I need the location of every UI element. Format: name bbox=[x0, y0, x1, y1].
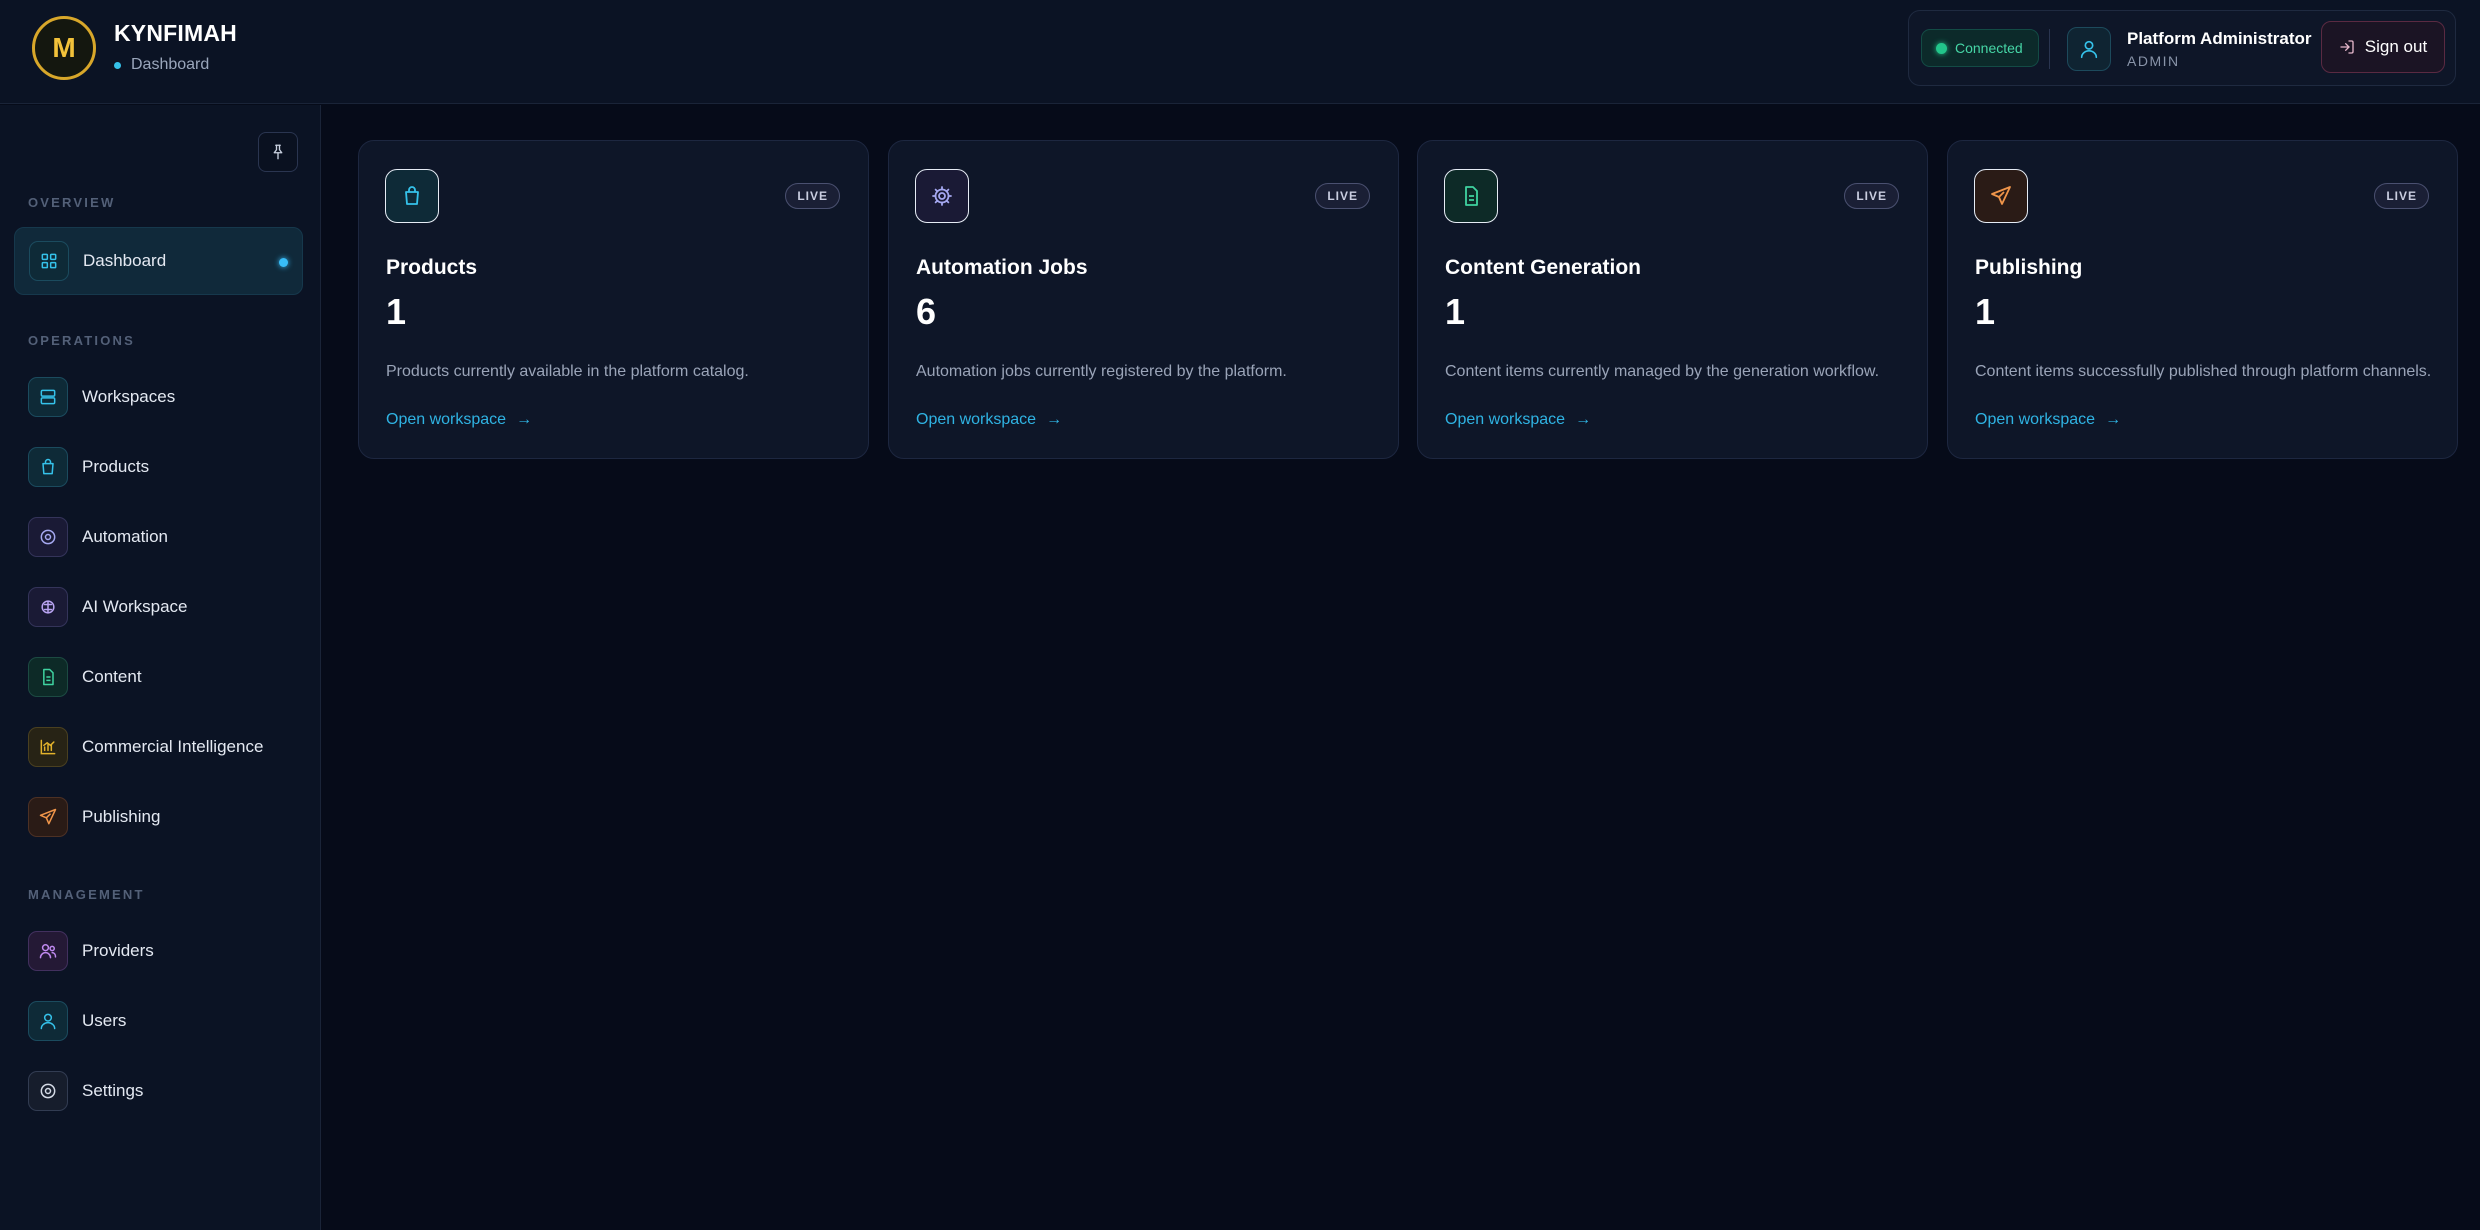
card-title: Automation Jobs bbox=[916, 256, 1088, 279]
card-title: Products bbox=[386, 256, 478, 279]
card-title: Publishing bbox=[1975, 256, 2083, 279]
card-automation-jobs: LIVE Automation Jobs 6 Automation jobs c… bbox=[888, 140, 1399, 459]
gear-icon bbox=[915, 169, 969, 223]
card-publishing: LIVE Publishing 1 Content items successf… bbox=[1947, 140, 2458, 459]
sidebar-item-dashboard[interactable]: Dashboard bbox=[14, 227, 303, 295]
send-icon bbox=[28, 797, 68, 837]
card-description: Content items successfully published thr… bbox=[1975, 363, 2432, 380]
link-label: Open workspace bbox=[1445, 411, 1566, 428]
sidebar-item-publishing[interactable]: Publishing bbox=[14, 783, 303, 851]
link-label: Open workspace bbox=[386, 411, 507, 428]
connection-status-badge: Connected bbox=[1921, 29, 2039, 67]
brand-logo-letter: M bbox=[52, 32, 76, 63]
brand-logo[interactable]: M bbox=[32, 16, 96, 80]
top-header: M KYNFIMAH Dashboard Connected Platform … bbox=[0, 0, 2480, 104]
card-content-generation: LIVE Content Generation 1 Content items … bbox=[1417, 140, 1928, 459]
document-icon bbox=[1444, 169, 1498, 223]
sidebar-item-products[interactable]: Products bbox=[14, 433, 303, 501]
send-icon bbox=[1974, 169, 2028, 223]
section-label-management: MANAGEMENT bbox=[28, 887, 145, 902]
arrow-right-icon: → bbox=[1575, 411, 1592, 428]
breadcrumb: Dashboard bbox=[114, 56, 209, 74]
link-label: Open workspace bbox=[1975, 411, 2096, 428]
pin-icon bbox=[273, 144, 283, 160]
sidebar-item-users[interactable]: Users bbox=[14, 987, 303, 1055]
sidebar-item-label: Dashboard bbox=[83, 251, 167, 270]
brand-name: KYNFIMAH bbox=[114, 20, 237, 46]
open-workspace-link[interactable]: Open workspace → bbox=[1445, 411, 1591, 429]
arrow-right-icon: → bbox=[516, 411, 533, 428]
brain-icon bbox=[28, 587, 68, 627]
live-badge: LIVE bbox=[1844, 183, 1899, 209]
connection-status-label: Connected bbox=[1955, 40, 2023, 56]
breadcrumb-label: Dashboard bbox=[131, 56, 210, 73]
card-products: LIVE Products 1 Products currently avail… bbox=[358, 140, 869, 459]
user-icon bbox=[2080, 40, 2098, 59]
card-description: Content items currently managed by the g… bbox=[1445, 363, 1880, 380]
bar-chart-icon bbox=[28, 727, 68, 767]
settings-icon bbox=[28, 1071, 68, 1111]
session-divider bbox=[2049, 29, 2050, 69]
section-label-operations: OPERATIONS bbox=[28, 333, 135, 348]
sidebar-item-commercial-intelligence[interactable]: Commercial Intelligence bbox=[14, 713, 303, 781]
card-value: 1 bbox=[386, 291, 407, 332]
active-indicator-dot bbox=[279, 258, 288, 267]
user-role: ADMIN bbox=[2127, 53, 2180, 69]
grid-icon bbox=[29, 241, 69, 281]
shopping-bag-icon bbox=[28, 447, 68, 487]
sidebar-item-providers[interactable]: Providers bbox=[14, 917, 303, 985]
shopping-bag-icon bbox=[385, 169, 439, 223]
link-label: Open workspace bbox=[916, 411, 1037, 428]
sidebar-item-label: Automation bbox=[82, 527, 168, 546]
card-value: 1 bbox=[1975, 291, 1996, 332]
server-icon bbox=[28, 377, 68, 417]
sidebar-item-label: Settings bbox=[82, 1081, 144, 1100]
sidebar-item-label: Users bbox=[82, 1011, 127, 1030]
card-value: 1 bbox=[1445, 291, 1466, 332]
arrow-right-icon: → bbox=[2105, 411, 2122, 428]
arrow-right-icon: → bbox=[1046, 411, 1063, 428]
user-avatar[interactable] bbox=[2067, 27, 2111, 71]
status-dot-icon bbox=[1936, 42, 1947, 54]
sidebar-item-workspaces[interactable]: Workspaces bbox=[14, 363, 303, 431]
open-workspace-link[interactable]: Open workspace → bbox=[1975, 411, 2121, 429]
sidebar-item-label: Publishing bbox=[82, 807, 161, 826]
breadcrumb-dot-icon bbox=[114, 61, 121, 69]
sidebar-item-label: Workspaces bbox=[82, 387, 176, 406]
sidebar-item-label: AI Workspace bbox=[82, 597, 188, 616]
sign-out-button[interactable]: Sign out bbox=[2321, 21, 2445, 73]
live-badge: LIVE bbox=[1315, 183, 1370, 209]
sidebar: OVERVIEW Dashboard OPERATIONS Workspaces… bbox=[0, 105, 321, 1230]
sidebar-item-label: Content bbox=[82, 667, 142, 686]
open-workspace-link[interactable]: Open workspace → bbox=[386, 411, 532, 429]
sign-out-label: Sign out bbox=[2364, 37, 2428, 56]
card-description: Products currently available in the plat… bbox=[386, 363, 749, 380]
user-icon bbox=[28, 1001, 68, 1041]
sidebar-item-label: Products bbox=[82, 457, 150, 476]
card-value: 6 bbox=[916, 291, 937, 332]
open-workspace-link[interactable]: Open workspace → bbox=[916, 411, 1062, 429]
sidebar-item-automation[interactable]: Automation bbox=[14, 503, 303, 571]
document-icon bbox=[28, 657, 68, 697]
session-panel: Connected Platform Administrator ADMIN S… bbox=[1908, 10, 2456, 86]
live-badge: LIVE bbox=[2374, 183, 2429, 209]
sidebar-item-ai-workspace[interactable]: AI Workspace bbox=[14, 573, 303, 641]
target-icon bbox=[28, 517, 68, 557]
sidebar-item-label: Providers bbox=[82, 941, 154, 960]
card-description: Automation jobs currently registered by … bbox=[916, 363, 1287, 380]
sidebar-item-label: Commercial Intelligence bbox=[82, 737, 264, 756]
sidebar-item-content[interactable]: Content bbox=[14, 643, 303, 711]
live-badge: LIVE bbox=[785, 183, 840, 209]
card-title: Content Generation bbox=[1445, 256, 1642, 279]
sign-out-icon bbox=[2340, 40, 2354, 54]
sidebar-item-settings[interactable]: Settings bbox=[14, 1057, 303, 1125]
pin-sidebar-button[interactable] bbox=[258, 132, 298, 172]
user-name: Platform Administrator bbox=[2127, 29, 2312, 48]
users-icon bbox=[28, 931, 68, 971]
section-label-overview: OVERVIEW bbox=[28, 195, 116, 210]
